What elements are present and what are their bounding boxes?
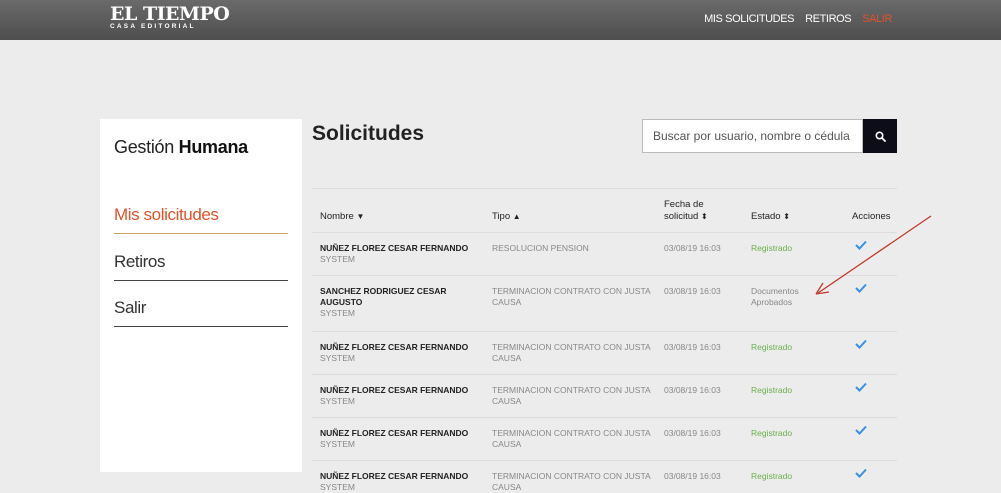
status-text: Registrado — [751, 428, 793, 438]
top-header: EL TIEMPO CASA EDITORIAL MIS SOLICITUDES… — [0, 0, 1001, 40]
column-header-nombre[interactable]: Nombre ▼ — [320, 211, 364, 223]
sidebar-item-label: Mis solicitudes — [114, 205, 219, 224]
created-by: SYSTEM — [320, 482, 355, 492]
sidebar-title: Gestión Humana — [114, 137, 248, 158]
checkmark-icon[interactable] — [855, 283, 867, 293]
status-text: Registrado — [751, 342, 793, 352]
created-by: SYSTEM — [320, 439, 355, 449]
column-header-tipo[interactable]: Tipo ▲ — [492, 211, 521, 223]
column-label: Tipo — [492, 211, 511, 222]
checkmark-icon[interactable] — [855, 382, 867, 392]
cell-tipo: TERMINACION CONTRATO CON JUSTA CAUSA — [492, 342, 651, 363]
column-label: Estado — [751, 211, 781, 222]
sidebar: Gestión Humana Mis solicitudes Retiros S… — [100, 119, 302, 472]
table-header: Nombre ▼ Tipo ▲ Fecha de solicitud ⬍ Est… — [312, 189, 897, 233]
cell-nombre: NUÑEZ FLOREZ CESAR FERNANDO SYSTEM — [320, 342, 480, 364]
cell-tipo: TERMINACION CONTRATO CON JUSTA CAUSA — [492, 428, 651, 449]
table-row[interactable]: NUÑEZ FLOREZ CESAR FERNANDO SYSTEM TERMI… — [312, 461, 897, 493]
table-row[interactable]: NUÑEZ FLOREZ CESAR FERNANDO SYSTEM RESOL… — [312, 233, 897, 276]
requester-name: NUÑEZ FLOREZ CESAR FERNANDO — [320, 428, 469, 438]
requester-name: NUÑEZ FLOREZ CESAR FERNANDO — [320, 243, 469, 253]
column-label: Fecha de — [664, 199, 704, 210]
el-tiempo-logo[interactable]: EL TIEMPO CASA EDITORIAL — [110, 3, 230, 30]
status-text: Registrado — [751, 471, 793, 481]
requester-name: NUÑEZ FLOREZ CESAR FERNANDO — [320, 471, 469, 481]
column-header-estado[interactable]: Estado ⬍ — [751, 211, 790, 223]
requester-name: NUÑEZ FLOREZ CESAR FERNANDO — [320, 342, 469, 352]
sidebar-item-mis-solicitudes[interactable]: Mis solicitudes — [114, 199, 288, 234]
cell-fecha: 03/08/19 16:03 — [664, 286, 721, 296]
column-label: Nombre — [320, 211, 354, 222]
checkmark-icon[interactable] — [855, 425, 867, 435]
sort-both-icon: ⬍ — [700, 212, 708, 221]
status-text: Documentos Aprobados — [751, 286, 799, 307]
checkmark-icon[interactable] — [855, 339, 867, 349]
created-by: SYSTEM — [320, 254, 355, 264]
page-title: Solicitudes — [312, 122, 425, 145]
topnav-salir[interactable]: SALIR — [862, 13, 892, 25]
cell-nombre: NUÑEZ FLOREZ CESAR FERNANDO SYSTEM — [320, 243, 480, 265]
search-input[interactable] — [642, 119, 863, 153]
cell-fecha: 03/08/19 16:03 — [664, 243, 721, 253]
sidebar-item-retiros[interactable]: Retiros — [114, 246, 288, 281]
cell-fecha: 03/08/19 16:03 — [664, 428, 721, 438]
checkmark-icon[interactable] — [855, 468, 867, 478]
top-navigation: MIS SOLICITUDES RETIROS SALIR — [704, 13, 892, 25]
column-header-fecha[interactable]: Fecha de solicitud ⬍ — [664, 199, 708, 223]
column-header-acciones: Acciones — [852, 211, 891, 223]
sidebar-item-label: Retiros — [114, 252, 166, 271]
cell-fecha: 03/08/19 16:03 — [664, 342, 721, 352]
checkmark-icon[interactable] — [855, 240, 867, 250]
sort-both-icon: ⬍ — [783, 212, 790, 221]
cell-tipo: TERMINACION CONTRATO CON JUSTA CAUSA — [492, 385, 651, 406]
cell-tipo: TERMINACION CONTRATO CON JUSTA CAUSA — [492, 286, 651, 307]
cell-nombre: NUÑEZ FLOREZ CESAR FERNANDO SYSTEM — [320, 385, 480, 407]
created-by: SYSTEM — [320, 308, 355, 318]
topnav-mis-solicitudes[interactable]: MIS SOLICITUDES — [704, 13, 794, 25]
search-button[interactable] — [863, 119, 897, 153]
cell-nombre: SANCHEZ RODRIGUEZ CESAR AUGUSTO SYSTEM — [320, 286, 480, 319]
requester-name: NUÑEZ FLOREZ CESAR FERNANDO — [320, 385, 469, 395]
topnav-retiros[interactable]: RETIROS — [805, 13, 851, 25]
search-icon — [874, 130, 886, 142]
table-row[interactable]: NUÑEZ FLOREZ CESAR FERNANDO SYSTEM TERMI… — [312, 418, 897, 461]
created-by: SYSTEM — [320, 396, 355, 406]
table-row[interactable]: SANCHEZ RODRIGUEZ CESAR AUGUSTO SYSTEM T… — [312, 276, 897, 332]
created-by: SYSTEM — [320, 353, 355, 363]
column-label: solicitud — [664, 211, 699, 222]
cell-tipo: RESOLUCION PENSION — [492, 243, 589, 253]
sidebar-item-salir[interactable]: Salir — [114, 292, 288, 327]
cell-tipo: TERMINACION CONTRATO CON JUSTA CAUSA — [492, 471, 651, 492]
logo-title: EL TIEMPO — [110, 3, 230, 25]
sort-asc-icon: ▲ — [512, 212, 521, 221]
sort-desc-icon: ▼ — [356, 212, 365, 221]
sidebar-title-bold: Humana — [178, 137, 249, 157]
search-bar — [642, 119, 897, 153]
cell-nombre: NUÑEZ FLOREZ CESAR FERNANDO SYSTEM — [320, 428, 480, 450]
table-row[interactable]: NUÑEZ FLOREZ CESAR FERNANDO SYSTEM TERMI… — [312, 332, 897, 375]
table-row[interactable]: NUÑEZ FLOREZ CESAR FERNANDO SYSTEM TERMI… — [312, 375, 897, 418]
cell-nombre: NUÑEZ FLOREZ CESAR FERNANDO SYSTEM — [320, 471, 480, 493]
cell-fecha: 03/08/19 16:03 — [664, 385, 721, 395]
sidebar-title-light: Gestión — [114, 137, 174, 157]
cell-fecha: 03/08/19 16:03 — [664, 471, 721, 481]
sidebar-item-label: Salir — [114, 298, 147, 317]
column-label: Acciones — [852, 211, 891, 222]
requester-name: SANCHEZ RODRIGUEZ CESAR AUGUSTO — [320, 286, 447, 307]
status-text: Registrado — [751, 243, 793, 253]
status-text: Registrado — [751, 385, 793, 395]
requests-table: Nombre ▼ Tipo ▲ Fecha de solicitud ⬍ Est… — [312, 188, 897, 493]
